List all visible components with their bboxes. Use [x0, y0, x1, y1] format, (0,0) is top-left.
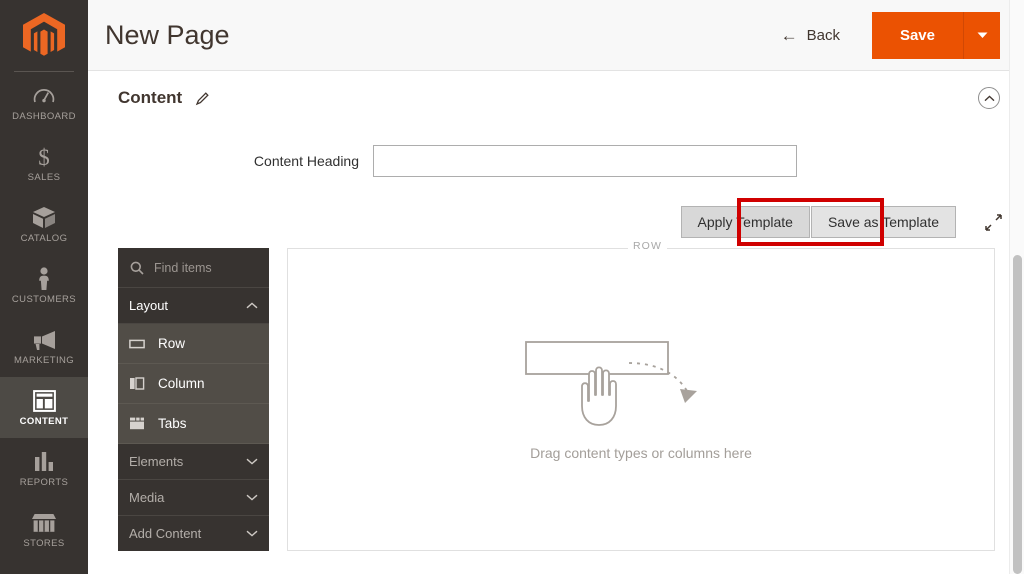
panel-search[interactable]	[118, 248, 269, 288]
template-toolbar: Apply Template Save as Template	[88, 198, 1024, 246]
arrow-left-icon: ←	[780, 25, 798, 45]
dollar-icon: $	[36, 145, 52, 169]
vertical-scrollbar[interactable]	[1009, 0, 1024, 574]
svg-text:$: $	[38, 145, 50, 169]
magento-admin-page: DASHBOARD $ SALES CATALOG CUSTOMERS MARK…	[0, 0, 1024, 574]
bar-chart-icon	[33, 450, 55, 474]
chevron-up-icon	[984, 94, 994, 101]
page-title: New Page	[105, 19, 230, 50]
panel-item-label: Row	[158, 336, 186, 351]
save-as-template-button[interactable]: Save as Template	[810, 206, 956, 238]
collapse-section-button[interactable]	[978, 87, 1000, 109]
sidebar-item-content[interactable]: CONTENT	[0, 377, 88, 438]
sidebar-item-label: MARKETING	[13, 354, 75, 366]
sidebar-item-label: SALES	[27, 171, 61, 183]
content-heading-input[interactable]	[373, 145, 797, 177]
back-button[interactable]: ← Back	[775, 19, 846, 52]
layout-icon	[32, 389, 56, 413]
sidebar-item-label: CONTENT	[19, 415, 69, 427]
chevron-up-icon	[246, 302, 258, 309]
panel-group-label: Elements	[129, 454, 184, 469]
header-actions: ← Back Save	[775, 11, 1000, 59]
content-heading-field-row: Content Heading	[88, 119, 1024, 177]
chevron-down-icon	[246, 494, 258, 501]
save-dropdown-button[interactable]	[964, 11, 1000, 59]
back-button-label: Back	[806, 26, 840, 44]
panel-group-layout[interactable]: Layout	[118, 288, 269, 324]
drop-hint: Drag content types or columns here	[288, 249, 994, 550]
content-section-header: Content	[88, 71, 1024, 119]
section-title: Content	[118, 88, 183, 107]
row-drop-area[interactable]: Drag content types or columns here	[287, 248, 995, 551]
chevron-down-icon	[246, 458, 258, 465]
sidebar-item-label: DASHBOARD	[12, 110, 76, 122]
sidebar-item-label: CUSTOMERS	[11, 293, 77, 305]
panel-group-elements[interactable]: Elements	[118, 444, 269, 480]
chevron-down-icon	[977, 32, 987, 38]
vertical-scrollbar-thumb[interactable]	[1013, 255, 1022, 574]
main-content-area: New Page ← Back Save Content Content Hea…	[88, 0, 1024, 574]
sidebar-item-dashboard[interactable]: DASHBOARD	[0, 72, 88, 133]
drop-hint-text: Drag content types or columns here	[530, 444, 752, 461]
magento-logo-icon	[23, 13, 65, 56]
row-icon	[129, 338, 145, 350]
save-button-group: Save	[871, 11, 1000, 59]
sidebar-item-stores[interactable]: STORES	[0, 499, 88, 560]
page-header: New Page ← Back Save	[88, 0, 1024, 71]
panel-group-label: Add Content	[129, 526, 202, 541]
panel-group-media[interactable]: Media	[118, 480, 269, 516]
panel-group-label: Layout	[129, 298, 169, 313]
sidebar-item-reports[interactable]: REPORTS	[0, 438, 88, 499]
sidebar-item-marketing[interactable]: MARKETING	[0, 316, 88, 377]
panel-item-row[interactable]: Row	[118, 324, 269, 364]
row-label: ROW	[628, 240, 667, 252]
panel-group-label: Media	[129, 490, 165, 505]
column-icon	[129, 377, 145, 390]
sidebar-item-catalog[interactable]: CATALOG	[0, 194, 88, 255]
panel-item-column[interactable]: Column	[118, 364, 269, 404]
save-button[interactable]: Save	[871, 11, 964, 59]
admin-sidebar: DASHBOARD $ SALES CATALOG CUSTOMERS MARK…	[0, 0, 88, 574]
page-builder-panel: Layout Row	[118, 248, 269, 551]
person-icon	[36, 267, 52, 291]
megaphone-icon	[31, 328, 57, 352]
dashboard-icon	[33, 84, 55, 108]
sidebar-item-label: STORES	[23, 537, 65, 549]
sidebar-item-sales[interactable]: $ SALES	[0, 133, 88, 194]
tabs-icon	[129, 417, 145, 430]
find-items-input[interactable]	[154, 260, 257, 275]
expand-fullscreen-icon[interactable]	[984, 213, 1002, 231]
magento-logo[interactable]	[0, 0, 88, 72]
store-icon	[31, 511, 57, 535]
search-icon	[130, 261, 144, 275]
drag-hand-icon	[525, 340, 697, 426]
sidebar-item-customers[interactable]: CUSTOMERS	[0, 255, 88, 316]
pencil-icon[interactable]	[195, 91, 210, 106]
page-builder-stage: ROW Drag content types or columns here	[287, 240, 995, 568]
panel-item-label: Tabs	[158, 416, 187, 431]
panel-item-tabs[interactable]: Tabs	[118, 404, 269, 444]
box-icon	[32, 206, 56, 230]
sidebar-item-label: REPORTS	[19, 476, 69, 488]
panel-item-label: Column	[158, 376, 205, 391]
sidebar-item-label: CATALOG	[20, 232, 68, 244]
content-heading-label: Content Heading	[253, 153, 359, 169]
page-builder: Layout Row	[88, 240, 1024, 568]
chevron-down-icon	[246, 530, 258, 537]
apply-template-button[interactable]: Apply Template	[680, 206, 810, 238]
panel-group-add-content[interactable]: Add Content	[118, 516, 269, 551]
